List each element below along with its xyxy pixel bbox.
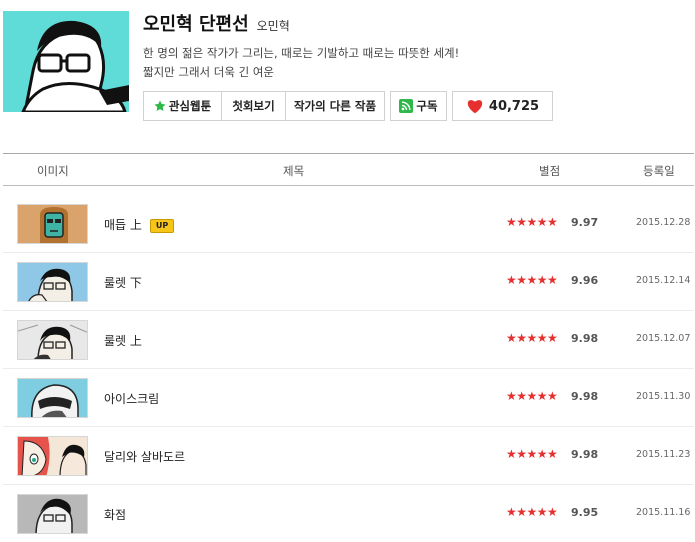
rating-score: 9.97: [571, 216, 599, 229]
first-episode-button[interactable]: 첫회보기: [221, 91, 286, 121]
rating-stars: ★★★★★: [506, 215, 558, 229]
episode-date: 2015.11.23: [636, 449, 691, 460]
rating-stars: ★★★★★: [506, 447, 558, 461]
episode-title-text[interactable]: 매듭 上: [104, 218, 142, 232]
episode-date: 2015.11.16: [636, 507, 691, 518]
rating-score: 9.98: [571, 448, 599, 461]
like-count: 40,725: [488, 98, 540, 114]
star-icon: [154, 100, 166, 112]
episode-title[interactable]: 아이스크림: [104, 390, 159, 407]
episode-date: 2015.11.30: [636, 391, 691, 402]
episode-row[interactable]: 화점 ★★★★★ 9.95 2015.11.16: [3, 484, 694, 542]
episode-title[interactable]: 달리와 살바도르: [104, 448, 185, 465]
rating-stars: ★★★★★: [506, 331, 558, 345]
like-button[interactable]: 40,725: [452, 91, 553, 121]
author-name[interactable]: 오민혁: [257, 17, 290, 34]
up-badge: UP: [149, 219, 175, 233]
episode-thumbnail[interactable]: [17, 494, 88, 534]
favorite-label: 관심웹툰: [168, 99, 212, 113]
other-works-button[interactable]: 작가의 다른 작품: [285, 91, 385, 121]
description-line: 한 명의 젊은 작가가 그리는, 때로는 기발하고 때로는 따뜻한 세계!: [143, 46, 460, 60]
rating-score: 9.98: [571, 390, 599, 403]
column-header-rating: 별점: [539, 164, 561, 178]
webtoon-title: 오민혁 단편선: [143, 14, 249, 35]
favorite-button[interactable]: 관심웹툰: [143, 91, 222, 121]
episode-row[interactable]: 룰렛 上 ★★★★★ 9.98 2015.12.07: [3, 310, 694, 369]
rating-stars: ★★★★★: [506, 505, 558, 519]
first-episode-label: 첫회보기: [232, 99, 275, 113]
description-line: 짧지만 그래서 더욱 긴 여운: [143, 65, 275, 79]
webtoon-description: 한 명의 젊은 작가가 그리는, 때로는 기발하고 때로는 따뜻한 세계! 짧지…: [143, 44, 459, 82]
episode-thumbnail[interactable]: [17, 378, 88, 418]
episode-row[interactable]: 아이스크림 ★★★★★ 9.98 2015.11.30: [3, 368, 694, 427]
title-row: 오민혁 단편선 오민혁: [143, 10, 290, 36]
webtoon-cover-image[interactable]: [3, 11, 129, 112]
episode-date: 2015.12.14: [636, 275, 691, 286]
heart-icon: [466, 98, 484, 114]
episode-row[interactable]: 룰렛 下 ★★★★★ 9.96 2015.12.14: [3, 252, 694, 311]
table-header: 이미지 제목 별점 등록일: [3, 154, 694, 186]
episode-title[interactable]: 화점: [104, 506, 126, 523]
rating-score: 9.98: [571, 332, 599, 345]
episode-thumbnail[interactable]: [17, 204, 88, 244]
rating-score: 9.95: [571, 506, 599, 519]
rating-stars: ★★★★★: [506, 389, 558, 403]
episode-row[interactable]: 매듭 上 UP ★★★★★ 9.97 2015.12.28: [3, 194, 694, 253]
episode-title[interactable]: 매듭 上 UP: [104, 216, 175, 233]
column-header-image: 이미지: [37, 164, 69, 178]
episode-thumbnail[interactable]: [17, 436, 88, 476]
episode-thumbnail[interactable]: [17, 320, 88, 360]
episode-date: 2015.12.28: [636, 217, 691, 228]
column-header-date: 등록일: [643, 164, 675, 178]
episode-title[interactable]: 룰렛 上: [104, 332, 142, 349]
subscribe-label: 구독: [416, 99, 438, 113]
subscribe-button[interactable]: 구독: [390, 91, 447, 121]
rss-icon: [399, 99, 414, 113]
action-button-bar: 관심웹툰 첫회보기 작가의 다른 작품 구독 40,725: [143, 91, 553, 121]
other-works-label: 작가의 다른 작품: [293, 99, 377, 113]
column-header-title: 제목: [283, 164, 305, 178]
rating-score: 9.96: [571, 274, 599, 287]
episode-title[interactable]: 룰렛 下: [104, 274, 142, 291]
episode-thumbnail[interactable]: [17, 262, 88, 302]
episode-row[interactable]: 달리와 살바도르 ★★★★★ 9.98 2015.11.23: [3, 426, 694, 485]
rating-stars: ★★★★★: [506, 273, 558, 287]
episode-date: 2015.12.07: [636, 333, 691, 344]
